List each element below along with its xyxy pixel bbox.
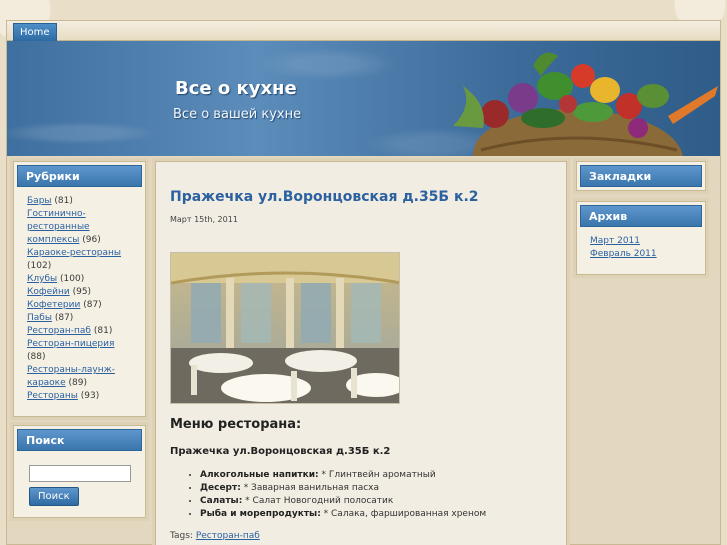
restaurant-photo (170, 252, 400, 404)
bookmarks-title: Закладки (580, 165, 702, 187)
site-header: Все о кухне Все о вашей кухне (7, 41, 720, 156)
archive-title: Архив (580, 205, 702, 227)
category-link[interactable]: Кофейни (27, 287, 70, 297)
archive-list: Март 2011 Февраль 2011 (580, 227, 702, 271)
menu-item-text: * Салака, фаршированная хреном (320, 509, 487, 519)
bookmarks-widget: Закладки (576, 161, 706, 191)
menu-list: Алкогольные напитки: * Глинтвейн ароматн… (188, 469, 552, 521)
category-link[interactable]: Рестораны (27, 391, 78, 401)
categories-title: Рубрики (17, 165, 142, 187)
category-link[interactable]: Клубы (27, 274, 57, 284)
search-input[interactable] (29, 465, 131, 482)
category-link[interactable]: Гостинично-ресторанные комплексы (27, 209, 90, 245)
category-item: Кофейни (95) (27, 286, 132, 299)
category-count: (96) (82, 235, 101, 245)
archive-link[interactable]: Февраль 2011 (590, 248, 692, 261)
main-content: Пражечка ул.Воронцовская д.35Б к.2 Март … (155, 161, 567, 545)
archive-widget: Архив Март 2011 Февраль 2011 (576, 201, 706, 275)
category-count: (102) (27, 261, 52, 271)
category-link[interactable]: Ресторан-паб (27, 326, 91, 336)
category-item: Ресторан-паб (81) (27, 325, 132, 338)
menu-list-item: Рыба и морепродукты: * Салака, фарширова… (200, 508, 552, 521)
category-link[interactable]: Ресторан-пицерия (27, 339, 114, 349)
category-item: Ресторан-пицерия (88) (27, 338, 132, 364)
menu-item-text: * Салат Новогодний полосатик (242, 496, 394, 506)
menu-list-item: Салаты: * Салат Новогодний полосатик (200, 495, 552, 508)
menu-item-label: Салаты: (200, 496, 243, 506)
site-title[interactable]: Все о кухне (175, 78, 297, 99)
menu-item-label: Десерт: (200, 483, 241, 493)
search-title: Поиск (17, 429, 142, 451)
menu-item-label: Алкогольные напитки: (200, 470, 319, 480)
site-description: Все о вашей кухне (173, 107, 302, 122)
categories-widget: Рубрики Бары (81) Гостинично-ресторанные … (13, 161, 146, 417)
category-count: (89) (68, 378, 88, 388)
right-sidebar: Закладки Архив Март 2011 Февраль 2011 (576, 161, 706, 283)
post-date: Март 15th, 2011 (170, 215, 238, 224)
category-count: (81) (54, 196, 73, 206)
top-nav: Home (7, 21, 720, 41)
category-link[interactable]: Караоке-рестораны (27, 248, 121, 258)
category-item: Пабы (87) (27, 312, 132, 325)
category-item: Бары (81) (27, 195, 132, 208)
menu-list-item: Алкогольные напитки: * Глинтвейн ароматн… (200, 469, 552, 482)
category-link[interactable]: Кофетерии (27, 300, 80, 310)
page: Home Все о кухне Все о вашей кухне Рубри… (6, 20, 721, 545)
category-count: (87) (83, 300, 102, 310)
menu-list-item: Десерт: * Заварная ванильная пасха (200, 482, 552, 495)
vegetables-basket-icon (453, 52, 718, 156)
menu-heading: Меню ресторана: (170, 417, 302, 432)
menu-item-text: * Заварная ванильная пасха (240, 483, 380, 493)
search-widget: Поиск Поиск (13, 425, 146, 518)
menu-item-label: Рыба и морепродукты: (200, 509, 321, 519)
post-subheading: Пражечка ул.Воронцовская д.35Б к.2 (170, 446, 391, 457)
category-item: Гостинично-ресторанные комплексы (96) (27, 208, 132, 247)
nav-home-link[interactable]: Home (13, 23, 57, 41)
categories-list: Бары (81) Гостинично-ресторанные комплекс… (17, 187, 142, 413)
category-item: Караоке-рестораны (102) (27, 247, 132, 273)
post-tags: Tags: Ресторан-паб (170, 531, 552, 541)
tag-link[interactable]: Ресторан-паб (196, 531, 260, 541)
category-count: (87) (54, 313, 74, 323)
search-button[interactable]: Поиск (29, 487, 79, 506)
category-count: (81) (93, 326, 113, 336)
category-item: Кофетерии (87) (27, 299, 132, 312)
left-sidebar: Рубрики Бары (81) Гостинично-ресторанные … (13, 161, 146, 526)
tags-prefix: Tags: (170, 531, 196, 541)
category-count: (100) (60, 274, 85, 284)
category-count: (88) (27, 352, 46, 362)
category-item: Клубы (100) (27, 273, 132, 286)
post-title[interactable]: Пражечка ул.Воронцовская д.35Б к.2 (170, 189, 552, 205)
menu-item-text: * Глинтвейн ароматный (318, 470, 436, 480)
archive-link[interactable]: Март 2011 (590, 235, 692, 248)
category-link[interactable]: Бары (27, 196, 52, 206)
category-count: (95) (72, 287, 92, 297)
category-link[interactable]: Пабы (27, 313, 52, 323)
category-item: Рестораны-лаунж-караоке (89) (27, 364, 132, 390)
category-item: Рестораны (93) (27, 390, 132, 403)
category-count: (93) (80, 391, 100, 401)
